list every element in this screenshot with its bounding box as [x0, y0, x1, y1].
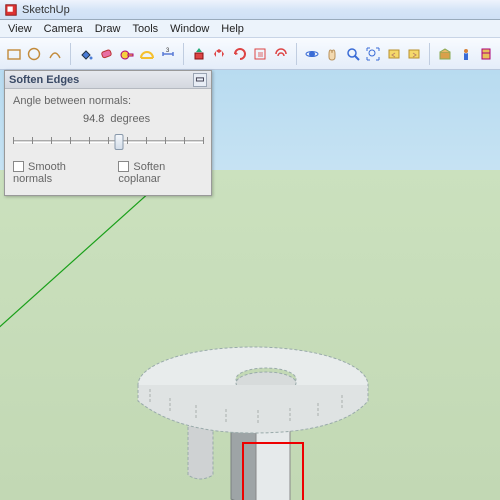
menu-view[interactable]: View — [2, 23, 38, 35]
eraser-tool[interactable] — [96, 43, 116, 65]
smooth-normals-checkbox[interactable]: Smooth normals — [13, 161, 100, 185]
panel-header[interactable]: Soften Edges ▭ — [5, 71, 211, 89]
follow-me-tool[interactable] — [230, 43, 250, 65]
zoom-tool[interactable] — [343, 43, 363, 65]
arc-tool[interactable] — [45, 43, 65, 65]
orbit-tool[interactable] — [302, 43, 322, 65]
panel-body: Angle between normals: 94.8 degrees Smoo… — [5, 89, 211, 195]
title-bar: SketchUp — [0, 0, 500, 20]
zoom-extents-tool[interactable] — [364, 43, 384, 65]
menu-help[interactable]: Help — [215, 23, 250, 35]
dimension-tool[interactable]: 3 — [158, 43, 178, 65]
slider-thumb[interactable] — [115, 134, 124, 150]
angle-label: Angle between normals: — [13, 95, 203, 107]
paint-bucket-tool[interactable] — [76, 43, 96, 65]
highlight-box — [242, 442, 304, 500]
menu-camera[interactable]: Camera — [38, 23, 89, 35]
toolbar-separator — [427, 43, 432, 65]
menu-bar: View Camera Draw Tools Window Help — [0, 20, 500, 38]
push-pull-tool[interactable] — [189, 43, 209, 65]
app-title: SketchUp — [22, 4, 70, 16]
panel-title: Soften Edges — [9, 74, 79, 86]
soften-edges-panel[interactable]: Soften Edges ▭ Angle between normals: 94… — [4, 70, 212, 196]
app-icon — [4, 3, 18, 17]
scale-tool[interactable] — [251, 43, 271, 65]
panel-collapse-button[interactable]: ▭ — [193, 73, 207, 87]
pan-tool[interactable] — [322, 43, 342, 65]
previous-view-tool[interactable] — [384, 43, 404, 65]
angle-value: 94.8 — [83, 113, 104, 125]
menu-draw[interactable]: Draw — [89, 23, 127, 35]
next-view-tool[interactable] — [405, 43, 425, 65]
place-figure-tool[interactable] — [456, 43, 476, 65]
soften-coplanar-checkbox[interactable]: Soften coplanar — [118, 161, 203, 185]
menu-window[interactable]: Window — [164, 23, 215, 35]
angle-unit: degrees — [110, 113, 150, 125]
menu-tools[interactable]: Tools — [126, 23, 164, 35]
svg-text:3: 3 — [166, 48, 170, 54]
component-tool[interactable] — [435, 43, 455, 65]
circle-tool[interactable] — [25, 43, 45, 65]
get-models-tool[interactable] — [477, 43, 497, 65]
rectangle-tool[interactable] — [4, 43, 24, 65]
toolbar-separator — [68, 43, 73, 65]
toolbar: 3 — [0, 38, 500, 70]
rotate-tool[interactable] — [209, 43, 229, 65]
angle-slider[interactable] — [13, 131, 203, 151]
toolbar-separator — [181, 43, 186, 65]
protractor-tool[interactable] — [138, 43, 158, 65]
tape-measure-tool[interactable] — [117, 43, 137, 65]
toolbar-separator — [294, 43, 299, 65]
offset-tool[interactable] — [271, 43, 291, 65]
